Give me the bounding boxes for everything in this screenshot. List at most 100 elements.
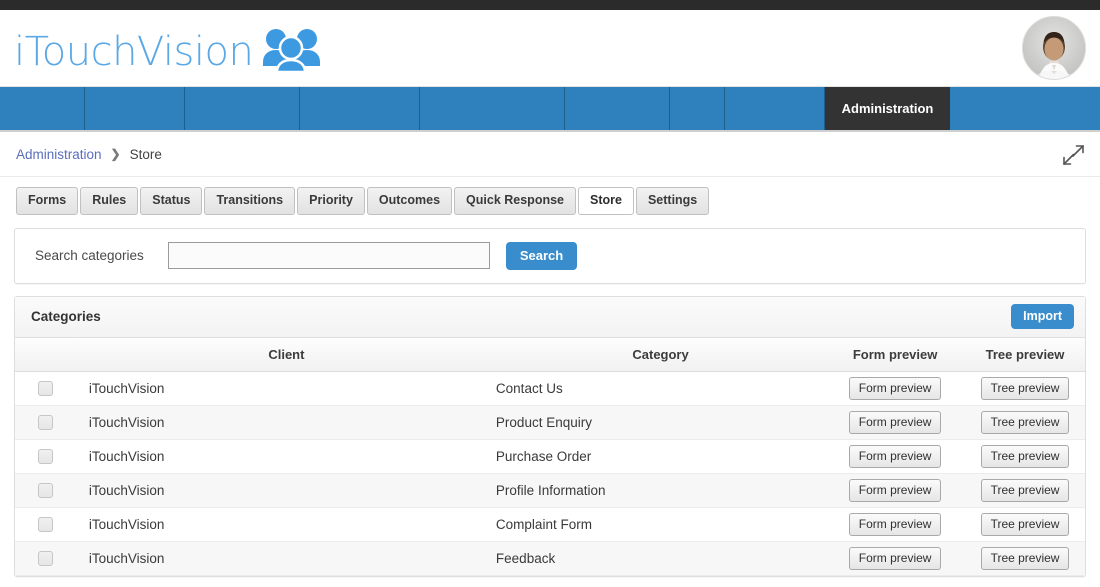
form-preview-button[interactable]: Form preview [848, 377, 942, 400]
tab-store[interactable]: Store [578, 187, 634, 215]
table-row: iTouchVision Product Enquiry Form preview T… [15, 405, 1085, 440]
search-button[interactable]: Search [505, 241, 578, 270]
row-checkbox[interactable] [38, 381, 54, 397]
tab-status[interactable]: Status [140, 187, 203, 215]
nav-item-label: Administration [841, 101, 934, 116]
tab-settings[interactable]: Settings [635, 187, 710, 215]
tree-preview-button[interactable]: Tree preview [980, 547, 1070, 570]
row-select-cell [15, 439, 77, 474]
column-header-client: Client [76, 337, 496, 372]
cell-tree-preview: Tree preview [965, 507, 1085, 542]
cell-tree-preview: Tree preview [965, 405, 1085, 440]
form-preview-button[interactable]: Form preview [848, 513, 942, 536]
main-navigation[interactable]: Administration [0, 87, 1100, 132]
search-input[interactable] [167, 242, 490, 269]
form-preview-button[interactable]: Form preview [848, 479, 942, 502]
column-header-tree-preview: Tree preview [965, 337, 1085, 372]
row-select-cell [15, 473, 77, 508]
cell-form-preview: Form preview [825, 371, 966, 406]
tree-preview-button[interactable]: Tree preview [980, 377, 1070, 400]
cell-tree-preview: Tree preview [965, 371, 1085, 406]
nav-item-2[interactable] [185, 87, 300, 130]
nav-item-9[interactable] [950, 87, 1100, 130]
logo-bar: iTouchVision [0, 10, 1100, 87]
tab-rules[interactable]: Rules [80, 187, 139, 215]
cell-client: iTouchVision [76, 507, 496, 542]
cell-form-preview: Form preview [825, 439, 966, 474]
brand-logo[interactable]: iTouchVision [14, 26, 322, 77]
categories-panel: Categories Import Client Category Form p… [14, 295, 1086, 577]
people-group-icon [260, 28, 322, 77]
section-tabs[interactable]: Forms Rules Status Transitions Priority Outco… [0, 177, 1100, 215]
row-select-cell [15, 371, 77, 406]
row-checkbox[interactable] [38, 551, 54, 567]
cell-tree-preview: Tree preview [965, 439, 1085, 474]
tree-preview-button[interactable]: Tree preview [980, 513, 1070, 536]
top-black-strip [0, 0, 1100, 10]
expand-fullscreen-icon[interactable] [1060, 142, 1086, 168]
nav-item-7[interactable] [725, 87, 825, 130]
breadcrumb-root-link[interactable]: Administration [16, 147, 102, 162]
tree-preview-button[interactable]: Tree preview [980, 411, 1070, 434]
cell-tree-preview: Tree preview [965, 473, 1085, 508]
tree-preview-button[interactable]: Tree preview [980, 479, 1070, 502]
cell-client: iTouchVision [76, 473, 496, 508]
nav-item-5[interactable] [565, 87, 670, 130]
avatar[interactable] [1022, 16, 1086, 80]
cell-category: Profile Information [495, 473, 826, 508]
cell-category: Purchase Order [495, 439, 826, 474]
cell-form-preview: Form preview [825, 473, 966, 508]
import-button[interactable]: Import [1011, 303, 1074, 330]
tab-outcomes[interactable]: Outcomes [366, 187, 453, 215]
categories-table-body: iTouchVision Contact Us Form preview Tree p… [15, 371, 1085, 576]
nav-item-3[interactable] [300, 87, 420, 130]
row-checkbox[interactable] [38, 483, 54, 499]
row-select-cell [15, 541, 77, 576]
tab-priority[interactable]: Priority [297, 187, 365, 215]
table-header-row: Client Category Form preview Tree previe… [15, 337, 1085, 372]
tab-quick-response[interactable]: Quick Response [454, 187, 576, 215]
row-select-cell [15, 507, 77, 542]
form-preview-button[interactable]: Form preview [848, 547, 942, 570]
cell-category: Contact Us [495, 371, 826, 406]
nav-item-6[interactable] [670, 87, 725, 130]
search-label: Search categories [35, 248, 144, 263]
cell-tree-preview: Tree preview [965, 541, 1085, 576]
row-checkbox[interactable] [38, 517, 54, 533]
nav-item-1[interactable] [85, 87, 185, 130]
search-panel: Search categories Search [14, 227, 1086, 284]
cell-client: iTouchVision [76, 439, 496, 474]
cell-form-preview: Form preview [825, 541, 966, 576]
nav-item-0[interactable] [0, 87, 85, 130]
categories-table: Client Category Form preview Tree previe… [15, 337, 1085, 576]
cell-client: iTouchVision [76, 541, 496, 576]
breadcrumb: Administration ❯ Store [0, 132, 1100, 177]
form-preview-button[interactable]: Form preview [848, 445, 942, 468]
cell-client: iTouchVision [76, 405, 496, 440]
column-header-select [15, 337, 77, 372]
form-preview-button[interactable]: Form preview [848, 411, 942, 434]
column-header-category: Category [495, 337, 826, 372]
cell-category: Product Enquiry [495, 405, 826, 440]
row-checkbox[interactable] [38, 449, 54, 465]
cell-form-preview: Form preview [825, 507, 966, 542]
breadcrumb-current: Store [129, 146, 162, 162]
cell-client: iTouchVision [76, 371, 496, 406]
table-row: iTouchVision Feedback Form preview Tree pre… [15, 541, 1085, 576]
row-checkbox[interactable] [38, 415, 54, 431]
categories-table-head: Client Category Form preview Tree previe… [15, 337, 1085, 372]
table-row: iTouchVision Purchase Order Form preview Tr… [15, 439, 1085, 474]
cell-category: Complaint Form [495, 507, 826, 542]
table-row: iTouchVision Profile Information Form prev… [15, 473, 1085, 508]
categories-panel-header: Categories Import [15, 296, 1085, 338]
nav-item-4[interactable] [420, 87, 565, 130]
table-row: iTouchVision Contact Us Form preview Tree p… [15, 371, 1085, 406]
tree-preview-button[interactable]: Tree preview [980, 445, 1070, 468]
row-select-cell [15, 405, 77, 440]
brand-logo-text: iTouchVision [14, 28, 254, 75]
cell-category: Feedback [495, 541, 826, 576]
nav-item-administration[interactable]: Administration [825, 87, 950, 130]
tab-transitions[interactable]: Transitions [204, 187, 296, 215]
tab-forms[interactable]: Forms [16, 187, 79, 215]
breadcrumb-separator-icon: ❯ [110, 147, 121, 161]
